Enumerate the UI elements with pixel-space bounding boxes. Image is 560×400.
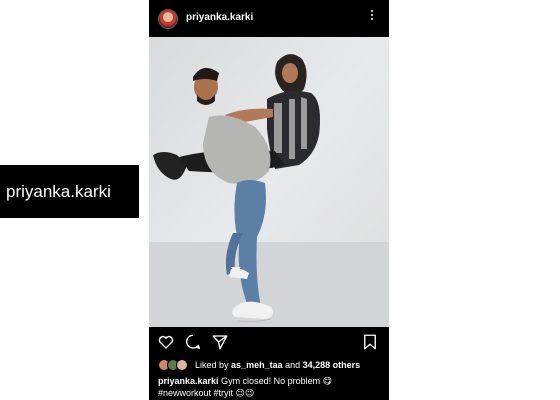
send-icon[interactable] — [211, 333, 229, 351]
comment-icon[interactable] — [184, 333, 202, 351]
likes-count[interactable]: 34,288 others — [303, 360, 361, 370]
heart-icon[interactable] — [157, 333, 175, 351]
post-actions-bar — [149, 328, 389, 356]
instagram-post: priyanka.karki Liked by as_meh_taa and 3… — [149, 0, 389, 400]
likes-row: Liked by as_meh_taa and 34,288 others — [149, 358, 389, 373]
likes-text[interactable]: Liked by as_meh_taa and 34,288 others — [195, 360, 360, 370]
liked-by-user[interactable]: as_meh_taa — [231, 360, 283, 370]
bookmark-icon[interactable] — [361, 333, 379, 351]
post-caption: priyanka.karki Gym closed! No problem 😋 … — [158, 375, 384, 399]
overlay-name: priyanka.karki — [6, 181, 111, 201]
more-vertical-icon[interactable] — [371, 10, 375, 22]
caption-username[interactable]: priyanka.karki — [158, 376, 219, 386]
likes-prefix: Liked by — [195, 360, 229, 370]
profile-avatar[interactable] — [158, 9, 178, 29]
post-photo[interactable] — [149, 37, 389, 327]
caption-hashtags[interactable]: #newworkout #tryit 😉😉 — [158, 388, 254, 398]
caption-text: Gym closed! No problem 😋 — [221, 376, 332, 386]
post-username[interactable]: priyanka.karki — [186, 12, 253, 23]
liker-avatar — [176, 359, 188, 371]
name-overlay-label: priyanka.karki — [0, 165, 139, 218]
post-header: priyanka.karki — [149, 0, 389, 37]
likes-conj: and — [285, 360, 301, 370]
